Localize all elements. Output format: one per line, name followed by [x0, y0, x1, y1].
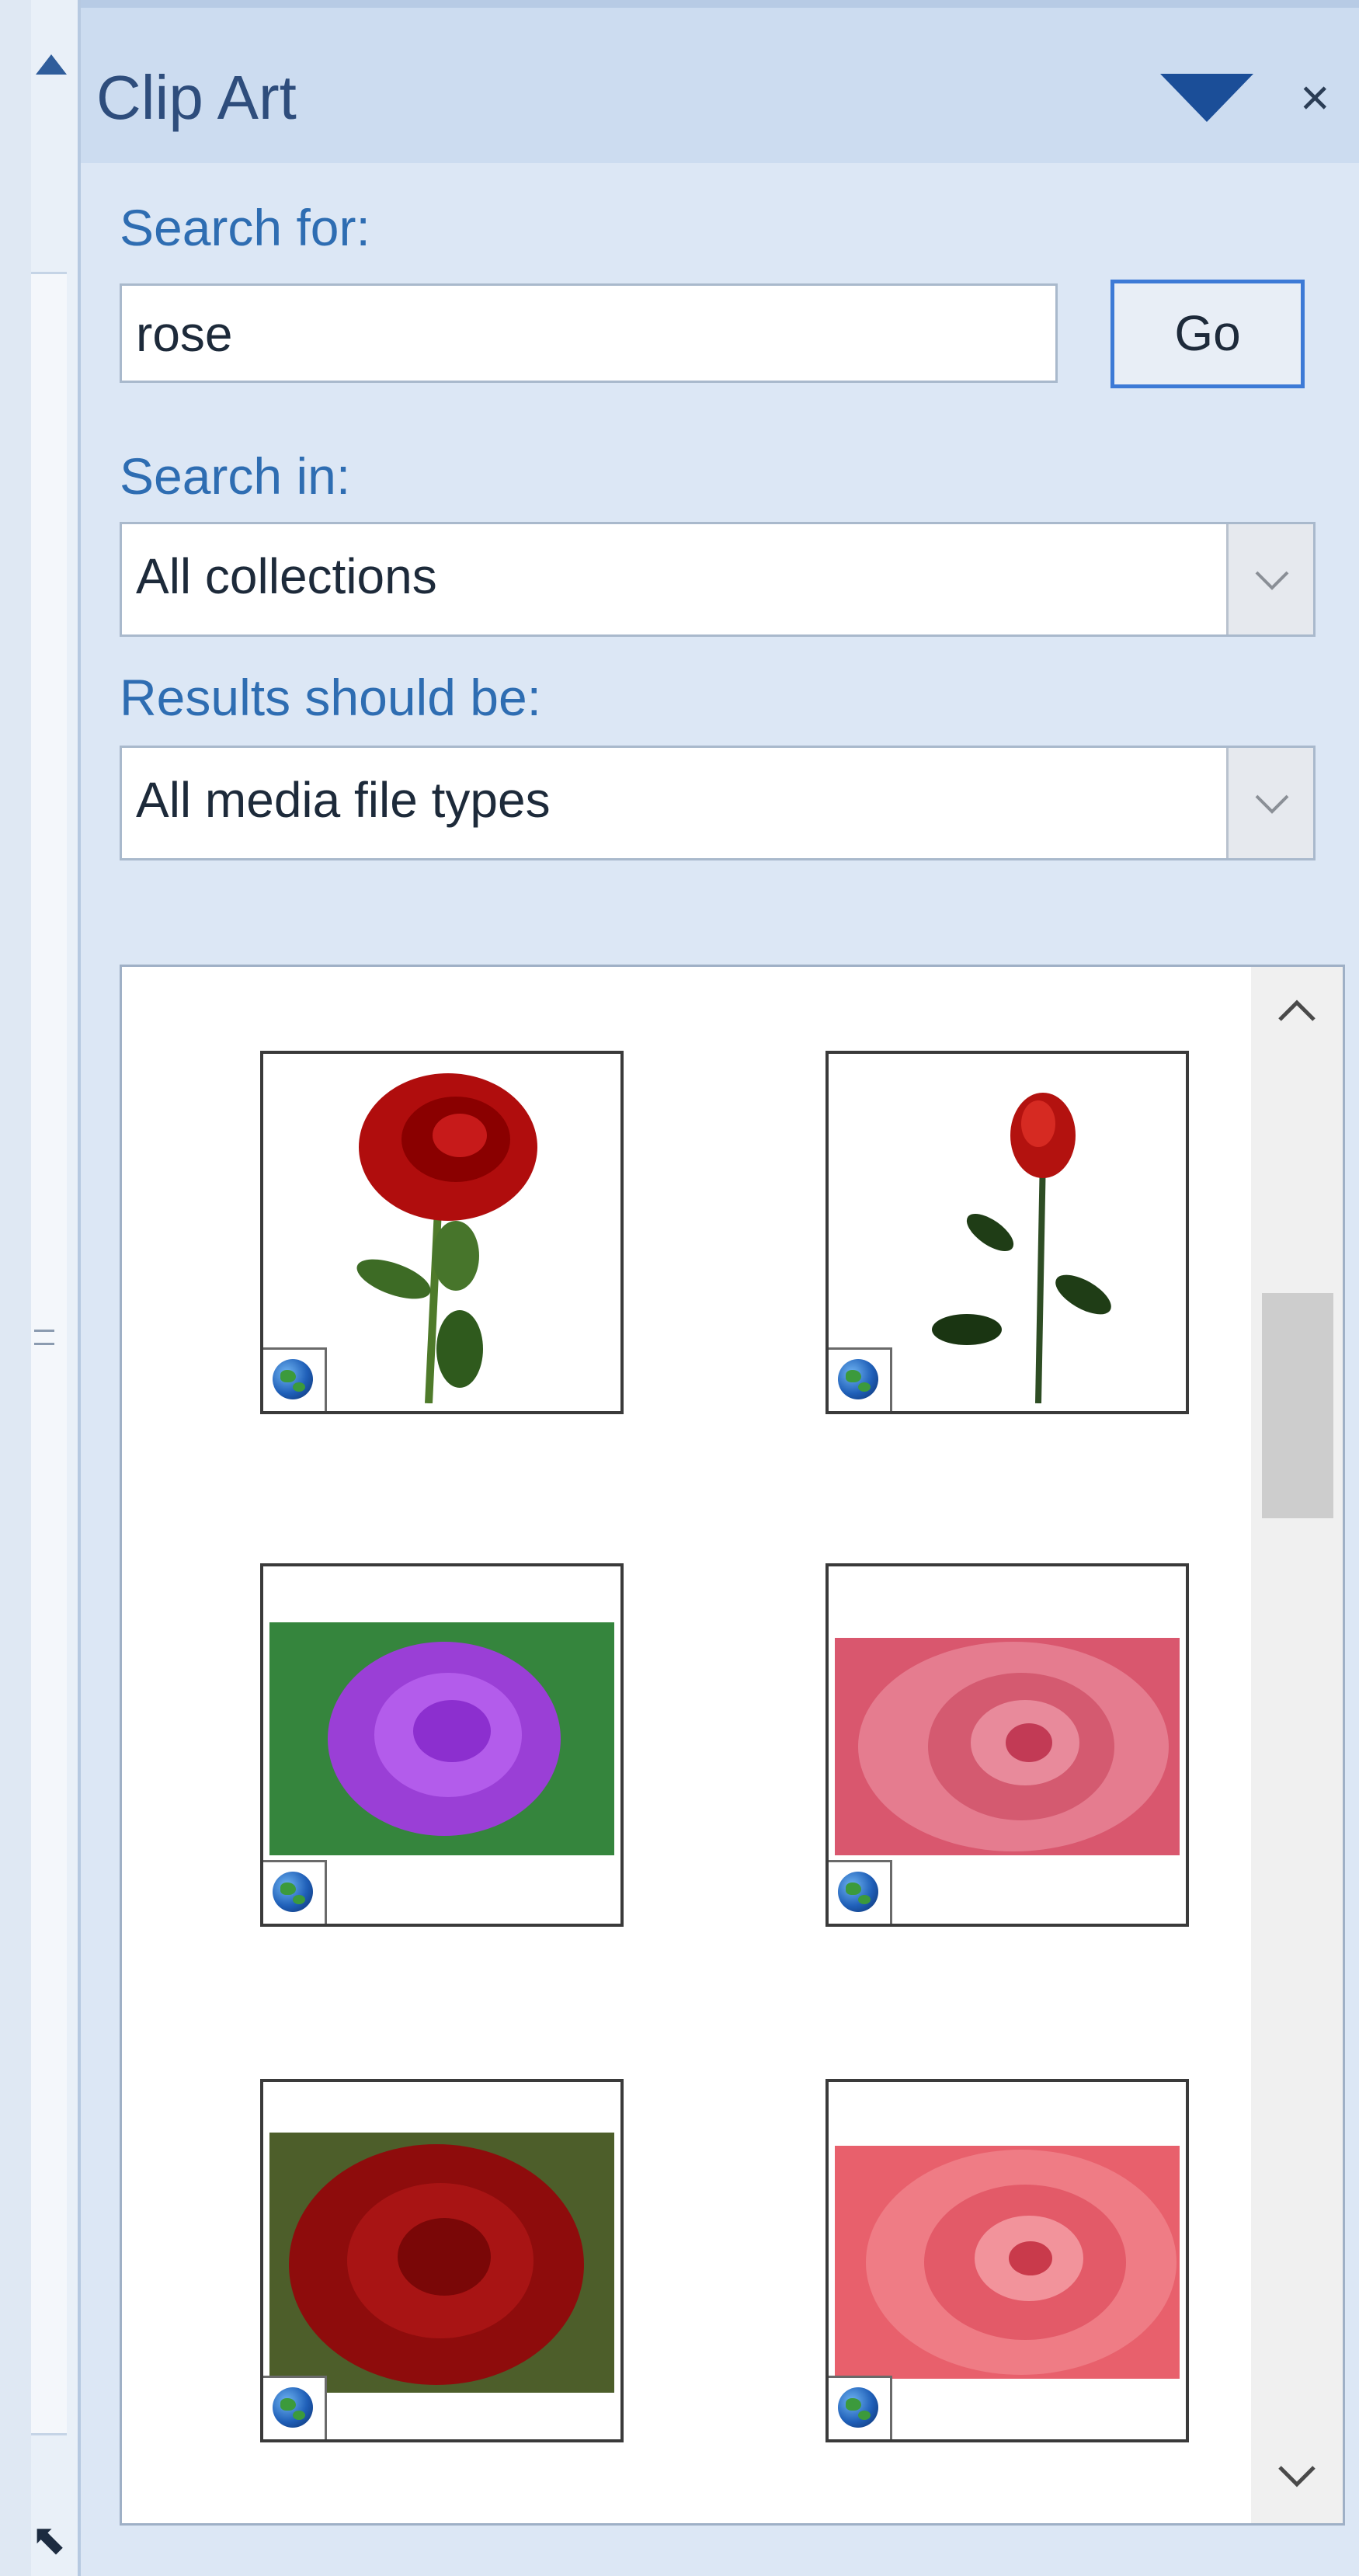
cursor-icon: ⬉ [31, 2516, 67, 2563]
chevron-up-icon [1278, 999, 1316, 1021]
chevron-down-icon [1255, 794, 1289, 814]
dark-red-rose-photo [269, 2133, 614, 2393]
search-in-select[interactable]: All collections [120, 522, 1316, 637]
result-clip-3[interactable] [260, 1563, 624, 1927]
salmon-rose-photo [835, 2146, 1180, 2379]
result-clip-4[interactable] [825, 1563, 1189, 1927]
web-clip-badge [829, 2376, 892, 2439]
results-type-label: Results should be: [120, 669, 541, 726]
results-list[interactable] [120, 965, 1345, 2526]
search-in-value: All collections [136, 548, 437, 604]
app-left-edge: ⬉ [0, 0, 85, 2576]
chevron-down-icon [1278, 2466, 1316, 2487]
results-type-select[interactable]: All media file types [120, 746, 1316, 860]
globe-icon [838, 1359, 878, 1399]
results-type-value: All media file types [136, 772, 551, 828]
result-clip-5[interactable] [260, 2079, 624, 2442]
scroll-down-button[interactable] [1251, 2430, 1343, 2523]
web-clip-badge [829, 1860, 892, 1924]
globe-icon [838, 1872, 878, 1912]
globe-icon [273, 1359, 313, 1399]
web-clip-badge [829, 1347, 892, 1411]
web-clip-badge [263, 1347, 327, 1411]
pane-title: Clip Art [96, 63, 297, 132]
search-in-dropdown-button[interactable] [1226, 524, 1313, 634]
scroll-up-button[interactable] [1251, 967, 1343, 1060]
result-clip-6[interactable] [825, 2079, 1189, 2442]
go-button[interactable]: Go [1110, 280, 1305, 388]
chevron-down-icon [1255, 571, 1289, 590]
search-in-label: Search in: [120, 447, 351, 505]
globe-icon [273, 2387, 313, 2428]
purple-rose-photo [269, 1622, 614, 1855]
search-for-label: Search for: [120, 199, 370, 256]
close-icon[interactable]: × [1300, 71, 1330, 123]
result-clip-1[interactable] [260, 1051, 624, 1414]
search-input[interactable]: rose [120, 283, 1058, 383]
globe-icon [838, 2387, 878, 2428]
globe-icon [273, 1872, 313, 1912]
scroll-thumb[interactable] [1262, 1293, 1333, 1518]
splitter-grip-icon[interactable] [34, 1330, 54, 1345]
clip-art-pane: Clip Art × Search for: rose Go Search in… [78, 0, 1359, 2576]
pink-rose-photo [835, 1638, 1180, 1855]
pane-header: Clip Art × [81, 0, 1359, 163]
web-clip-badge [263, 1860, 327, 1924]
results-scrollbar[interactable] [1251, 967, 1343, 2523]
pane-options-dropdown-icon[interactable] [1160, 74, 1253, 122]
result-clip-2[interactable] [825, 1051, 1189, 1414]
collapse-ribbon-icon[interactable] [36, 54, 67, 75]
results-type-dropdown-button[interactable] [1226, 748, 1313, 858]
document-scroll-area [31, 272, 67, 2435]
web-clip-badge [263, 2376, 327, 2439]
